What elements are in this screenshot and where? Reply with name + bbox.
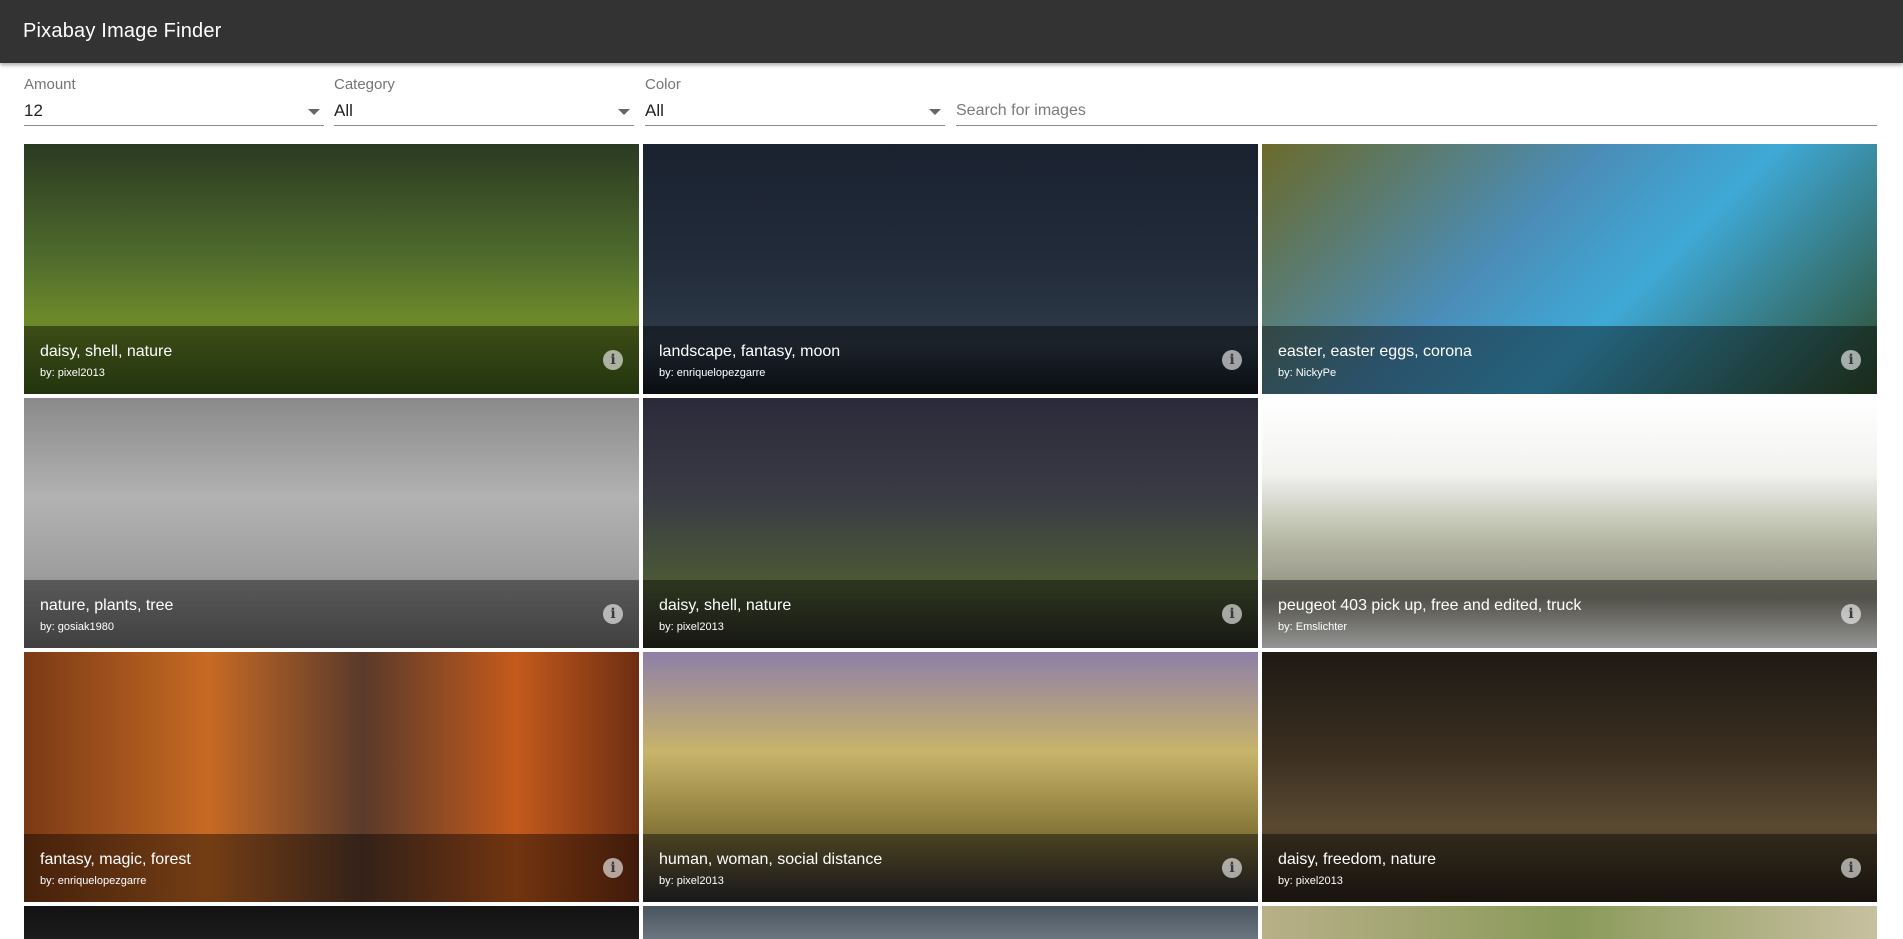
color-value[interactable]: All bbox=[645, 101, 664, 121]
info-icon[interactable]: i bbox=[1841, 604, 1861, 624]
tile-author: by: pixel2013 bbox=[659, 875, 724, 887]
tile-author: by: pixel2013 bbox=[40, 367, 105, 379]
category-value[interactable]: All bbox=[334, 101, 353, 121]
tile-author: by: enriquelopezgarre bbox=[40, 875, 147, 887]
image-tile[interactable]: peugeot 403 pick up, free and edited, tr… bbox=[1262, 398, 1877, 648]
info-icon[interactable]: i bbox=[1841, 350, 1861, 370]
tile-title: landscape, fantasy, moon bbox=[659, 343, 841, 360]
chevron-down-icon[interactable] bbox=[929, 109, 941, 115]
info-icon[interactable]: i bbox=[1222, 858, 1242, 878]
tile-caption: peugeot 403 pick up, free and edited, tr… bbox=[1262, 580, 1877, 648]
amount-select[interactable]: Amount 12 bbox=[24, 76, 324, 126]
search-input[interactable] bbox=[956, 96, 1877, 126]
tile-author: by: gosiak1980 bbox=[40, 621, 114, 633]
tile-title: easter, easter eggs, corona bbox=[1278, 343, 1472, 360]
tile-title: nature, plants, tree bbox=[40, 597, 174, 614]
image-tile[interactable]: daisy, shell, nature by: pixel2013 i bbox=[643, 398, 1258, 648]
tile-title: daisy, shell, nature bbox=[40, 343, 173, 360]
info-icon[interactable]: i bbox=[1222, 604, 1242, 624]
tile-title: daisy, freedom, nature bbox=[1278, 851, 1437, 868]
tile-title: fantasy, magic, forest bbox=[40, 851, 191, 868]
info-icon[interactable]: i bbox=[603, 858, 623, 878]
amount-label: Amount bbox=[24, 76, 76, 93]
tile-caption: landscape, fantasy, moon by: enriquelope… bbox=[643, 326, 1258, 394]
amount-value[interactable]: 12 bbox=[24, 101, 43, 121]
image-tile[interactable]: daisy, freedom, nature by: pixel2013 i bbox=[1262, 652, 1877, 902]
image-tile[interactable]: nature, plants, tree by: gosiak1980 i bbox=[24, 398, 639, 648]
tile-caption: easter, easter eggs, corona by: NickyPe … bbox=[1262, 326, 1877, 394]
image-tile[interactable]: human, woman, social distance by: pixel2… bbox=[643, 652, 1258, 902]
image-tile[interactable] bbox=[1262, 906, 1877, 939]
image-tile[interactable]: daisy, shell, nature by: pixel2013 i bbox=[24, 144, 639, 394]
chevron-down-icon[interactable] bbox=[308, 109, 320, 115]
tile-caption: fantasy, magic, forest by: enriquelopezg… bbox=[24, 834, 639, 902]
tile-caption: nature, plants, tree by: gosiak1980 i bbox=[24, 580, 639, 648]
info-icon[interactable]: i bbox=[603, 350, 623, 370]
image-tile[interactable] bbox=[24, 906, 639, 939]
app-bar: Pixabay Image Finder bbox=[0, 0, 1903, 63]
image-tile[interactable]: fantasy, magic, forest by: enriquelopezg… bbox=[24, 652, 639, 902]
chevron-down-icon[interactable] bbox=[618, 109, 630, 115]
tile-author: by: NickyPe bbox=[1278, 367, 1337, 379]
tile-title: human, woman, social distance bbox=[659, 851, 883, 868]
image-tile[interactable] bbox=[643, 906, 1258, 939]
category-label: Category bbox=[334, 76, 395, 93]
tile-author: by: Emslichter bbox=[1278, 621, 1348, 633]
tile-caption: daisy, shell, nature by: pixel2013 i bbox=[24, 326, 639, 394]
info-icon[interactable]: i bbox=[1222, 350, 1242, 370]
tile-caption: daisy, shell, nature by: pixel2013 i bbox=[643, 580, 1258, 648]
color-select[interactable]: Color All bbox=[645, 76, 945, 126]
image-tile[interactable]: landscape, fantasy, moon by: enriquelope… bbox=[643, 144, 1258, 394]
tile-author: by: enriquelopezgarre bbox=[659, 367, 766, 379]
info-icon[interactable]: i bbox=[603, 604, 623, 624]
color-label: Color bbox=[645, 76, 681, 93]
tile-caption: daisy, freedom, nature by: pixel2013 i bbox=[1262, 834, 1877, 902]
info-icon[interactable]: i bbox=[1841, 858, 1861, 878]
tile-title: daisy, shell, nature bbox=[659, 597, 792, 614]
tile-author: by: pixel2013 bbox=[1278, 875, 1343, 887]
tile-author: by: pixel2013 bbox=[659, 621, 724, 633]
image-tile[interactable]: easter, easter eggs, corona by: NickyPe … bbox=[1262, 144, 1877, 394]
category-select[interactable]: Category All bbox=[334, 76, 634, 126]
tile-title: peugeot 403 pick up, free and edited, tr… bbox=[1278, 597, 1582, 614]
search-field[interactable] bbox=[956, 76, 1877, 126]
app-title: Pixabay Image Finder bbox=[23, 20, 222, 42]
tile-caption: human, woman, social distance by: pixel2… bbox=[643, 834, 1258, 902]
